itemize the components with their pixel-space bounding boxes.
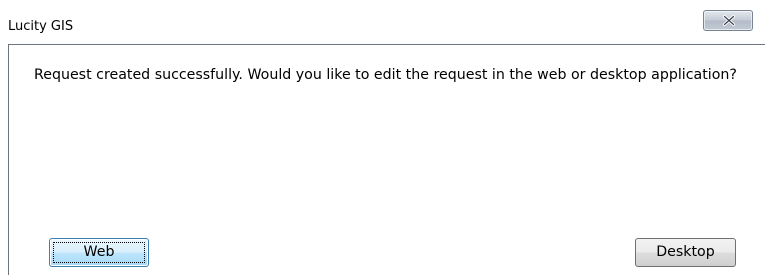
window-title: Lucity GIS: [8, 19, 74, 34]
dialog-content: Request created successfully. Would you …: [8, 44, 765, 275]
message-dialog: Lucity GIS Request created successfully.…: [0, 0, 765, 275]
close-button[interactable]: [703, 10, 753, 31]
close-x-icon: [723, 15, 735, 26]
web-button[interactable]: Web: [49, 238, 149, 267]
desktop-button-label: Desktop: [656, 244, 715, 260]
dialog-message: Request created successfully. Would you …: [34, 67, 737, 83]
title-bar[interactable]: Lucity GIS: [0, 0, 765, 44]
focus-indicator: [53, 242, 145, 263]
desktop-button[interactable]: Desktop: [635, 238, 736, 267]
